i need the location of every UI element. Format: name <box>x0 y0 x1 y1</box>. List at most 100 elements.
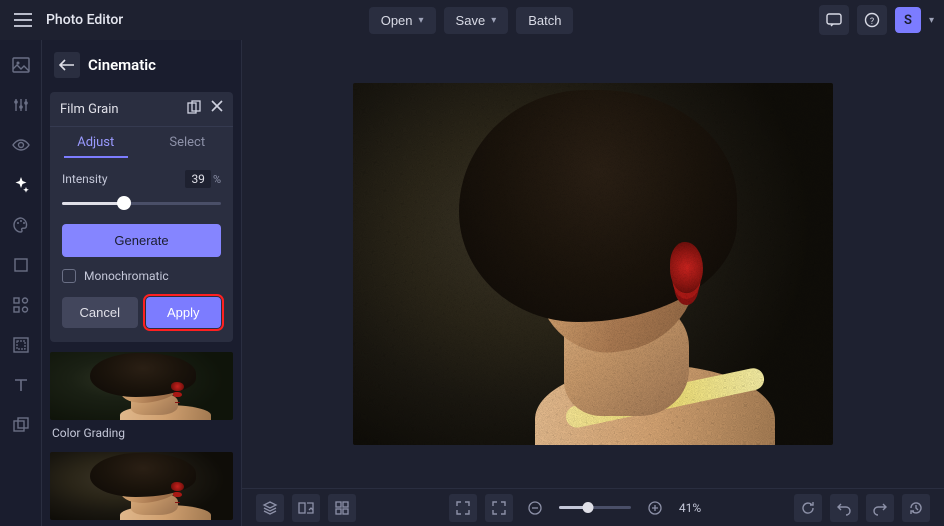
shapes-tool-icon[interactable] <box>10 294 32 316</box>
zoom-value: 41% <box>679 501 701 515</box>
bottom-bar-right <box>794 494 930 522</box>
history-button[interactable] <box>902 494 930 522</box>
filter-header-actions <box>187 100 223 118</box>
header-left: Photo Editor <box>10 7 123 33</box>
zoom-out-button[interactable] <box>521 494 549 522</box>
monochromatic-row[interactable]: Monochromatic <box>62 269 221 283</box>
comment-icon <box>826 12 842 28</box>
bottom-bar: 41% <box>242 488 944 526</box>
tab-select[interactable]: Select <box>142 127 234 158</box>
account-chevron-down-icon[interactable]: ▾ <box>929 15 934 26</box>
canvas-area: 41% <box>242 40 944 526</box>
bottom-bar-left <box>256 494 356 522</box>
help-button[interactable]: ? <box>857 5 887 35</box>
adjust-tool-icon[interactable] <box>10 94 32 116</box>
duplicate-icon <box>187 100 201 114</box>
effects-sidebar: Cinematic Film Grain Adjust Select <box>42 40 242 526</box>
effects-tool-icon[interactable] <box>10 174 32 196</box>
zoom-out-icon <box>527 500 543 516</box>
fullscreen-icon <box>455 500 471 516</box>
filter-card-header: Film Grain <box>50 92 233 127</box>
batch-button[interactable]: Batch <box>516 7 573 34</box>
visibility-tool-icon[interactable] <box>10 134 32 156</box>
slider-fill <box>62 202 124 205</box>
compare-button[interactable] <box>292 494 320 522</box>
batch-button-label: Batch <box>528 13 561 28</box>
filter-card: Film Grain Adjust Select Intensity <box>50 92 233 342</box>
filter-body: Intensity 39 % Generate Monochromatic <box>50 158 233 342</box>
save-button-label: Save <box>456 13 486 28</box>
slider-thumb[interactable] <box>117 196 131 210</box>
zoom-number: 41 <box>679 501 693 515</box>
palette-tool-icon[interactable] <box>10 214 32 236</box>
close-filter-button[interactable] <box>211 100 223 118</box>
monochromatic-checkbox[interactable] <box>62 269 76 283</box>
preset-thumb-color-grading <box>50 352 233 420</box>
fullscreen-button[interactable] <box>449 494 477 522</box>
chevron-down-icon: ▾ <box>491 15 496 26</box>
preset-color-grading[interactable]: Color Grading <box>50 352 233 440</box>
help-icon: ? <box>864 12 880 28</box>
apply-button[interactable]: Apply <box>146 297 222 328</box>
redo-button[interactable] <box>866 494 894 522</box>
slider-track <box>62 202 221 205</box>
preset-label-color-grading: Color Grading <box>50 426 233 440</box>
layers-button[interactable] <box>256 494 284 522</box>
close-icon <box>211 100 223 112</box>
duplicate-button[interactable] <box>187 100 201 118</box>
bottom-bar-center: 41% <box>449 494 701 522</box>
generate-button[interactable]: Generate <box>62 224 221 257</box>
tab-adjust[interactable]: Adjust <box>50 127 142 158</box>
canvas-viewport[interactable] <box>242 40 944 488</box>
app-header: Photo Editor Open ▾ Save ▾ Batch ? S ▾ <box>0 0 944 40</box>
cancel-button[interactable]: Cancel <box>62 297 138 328</box>
header-right: ? S ▾ <box>819 5 934 35</box>
text-tool-icon[interactable] <box>10 374 32 396</box>
svg-text:?: ? <box>870 17 874 27</box>
image-tool-icon[interactable] <box>10 54 32 76</box>
frame-tool-icon[interactable] <box>10 334 32 356</box>
zoom-slider-thumb[interactable] <box>583 502 594 513</box>
panel-header: Cinematic <box>50 50 233 80</box>
compare-icon <box>298 500 314 516</box>
undo-icon <box>836 500 852 516</box>
fit-button[interactable] <box>485 494 513 522</box>
chevron-down-icon: ▾ <box>419 15 424 26</box>
action-buttons: Cancel Apply <box>62 297 221 328</box>
intensity-slider[interactable] <box>62 194 221 212</box>
history-icon <box>908 500 924 516</box>
filter-tabs: Adjust Select <box>50 127 233 158</box>
panel-title: Cinematic <box>88 56 156 74</box>
open-button[interactable]: Open ▾ <box>369 7 436 34</box>
refresh-button[interactable] <box>794 494 822 522</box>
undo-button[interactable] <box>830 494 858 522</box>
hamburger-menu-button[interactable] <box>10 7 36 33</box>
intensity-value-box: 39 % <box>185 170 221 188</box>
layers-icon <box>262 500 278 516</box>
intensity-unit: % <box>213 173 221 186</box>
preset-anamorphic[interactable]: Anamorphic <box>50 452 233 526</box>
grid-button[interactable] <box>328 494 356 522</box>
arrow-left-icon <box>59 59 75 71</box>
monochromatic-label: Monochromatic <box>84 269 169 283</box>
fit-icon <box>491 500 507 516</box>
redo-icon <box>872 500 888 516</box>
zoom-in-button[interactable] <box>641 494 669 522</box>
zoom-controls: 41% <box>521 494 701 522</box>
intensity-number[interactable]: 39 <box>185 170 211 188</box>
open-button-label: Open <box>381 13 413 28</box>
save-button[interactable]: Save ▾ <box>444 7 509 34</box>
layers-tool-icon[interactable] <box>10 414 32 436</box>
avatar[interactable]: S <box>895 7 921 33</box>
main-area: Cinematic Film Grain Adjust Select <box>0 40 944 526</box>
preset-thumb-anamorphic <box>50 452 233 520</box>
crop-tool-icon[interactable] <box>10 254 32 276</box>
zoom-unit: % <box>692 501 701 515</box>
zoom-in-icon <box>647 500 663 516</box>
grid-icon <box>334 500 350 516</box>
zoom-slider[interactable] <box>559 506 631 509</box>
canvas-image[interactable] <box>353 83 833 445</box>
comments-button[interactable] <box>819 5 849 35</box>
back-button[interactable] <box>54 52 80 78</box>
intensity-row: Intensity 39 % <box>62 170 221 188</box>
